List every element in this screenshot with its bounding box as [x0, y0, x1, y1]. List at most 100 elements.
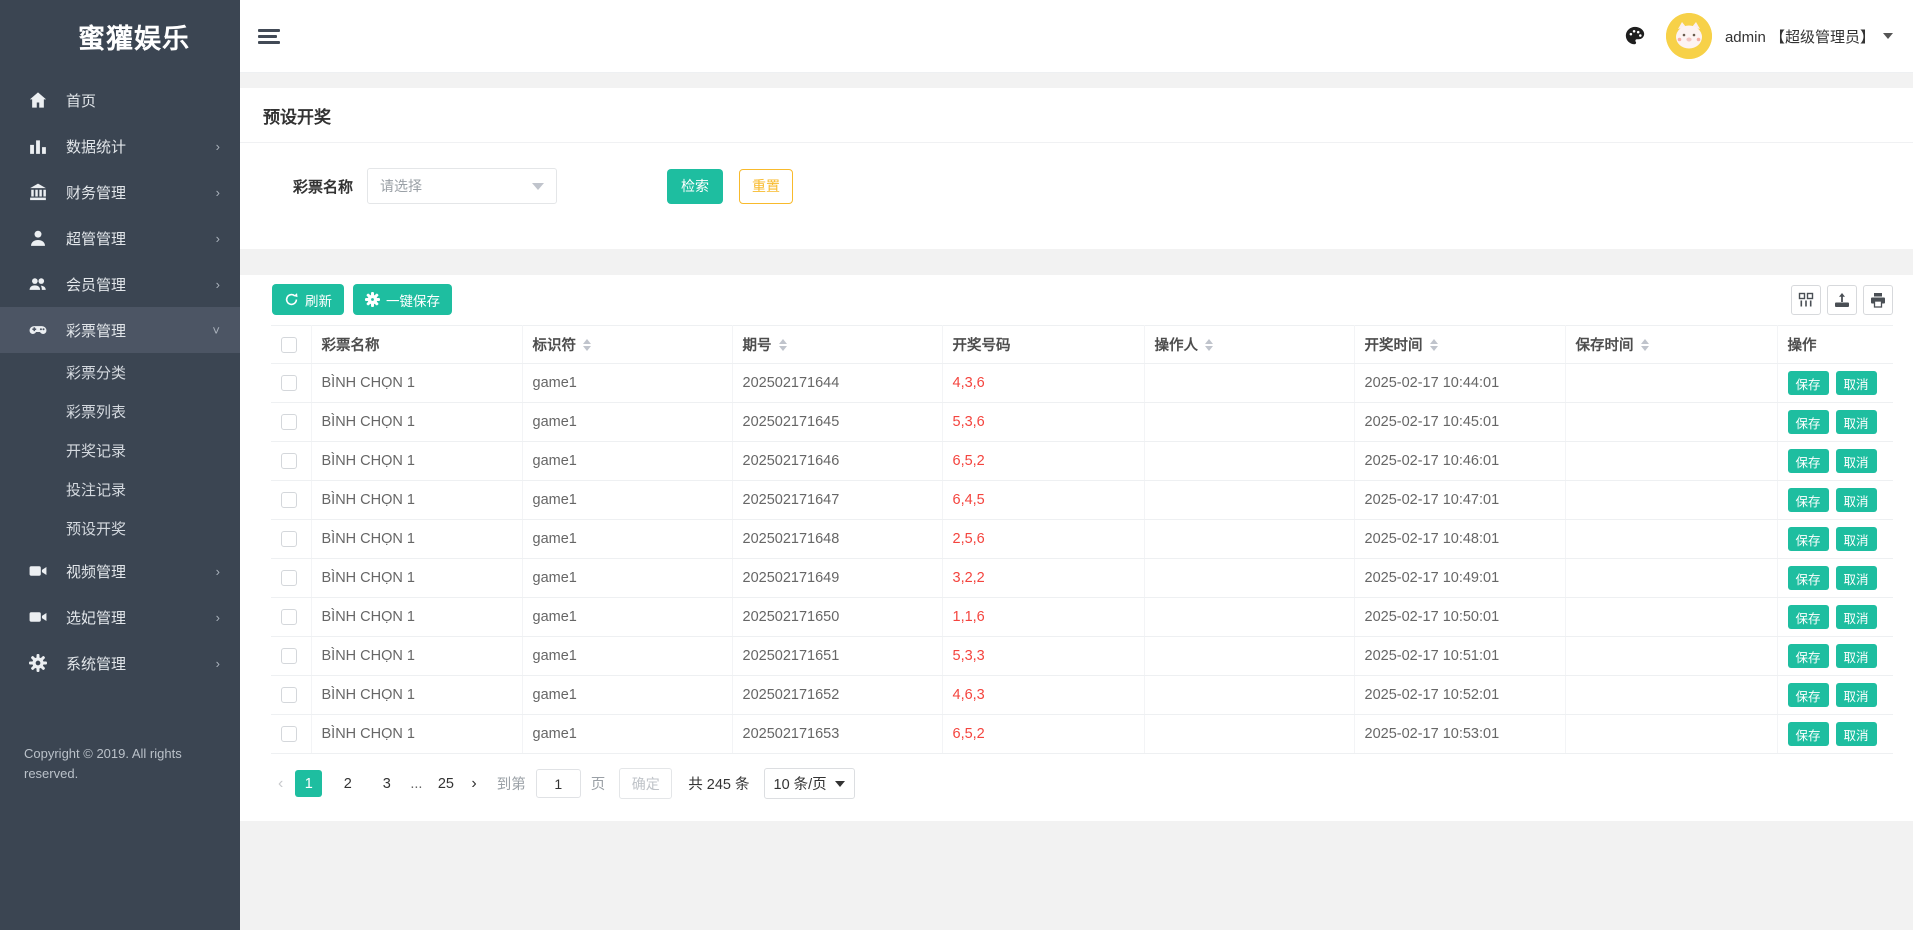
cell-draw-time: 2025-02-17 10:49:01 — [1354, 558, 1566, 598]
row-checkbox[interactable] — [281, 570, 297, 587]
export-button[interactable] — [1827, 284, 1857, 315]
page-button[interactable]: 2 — [334, 770, 361, 797]
submenu-item-bet-records[interactable]: 投注记录 — [0, 470, 240, 509]
print-button[interactable] — [1863, 284, 1893, 315]
row-cancel-button[interactable]: 取消 — [1835, 488, 1877, 512]
table-panel: 刷新 一键保存 彩票名称 标识符 期号 开奖号码 操作人 开奖时间 保存时间 操… — [240, 275, 1913, 821]
row-cancel-button[interactable]: 取消 — [1835, 644, 1877, 668]
goto-label: 到第 — [496, 777, 526, 793]
cell-operator — [1144, 636, 1355, 676]
submenu-item-lottery-list[interactable]: 彩票列表 — [0, 392, 240, 431]
row-save-button[interactable]: 保存 — [1787, 683, 1829, 707]
cell-code: game1 — [522, 402, 733, 442]
cell-draw-time: 2025-02-17 10:47:01 — [1354, 480, 1566, 520]
cell-issue: 202502171644 — [732, 363, 943, 403]
row-save-button[interactable]: 保存 — [1787, 566, 1829, 590]
row-checkbox[interactable] — [281, 375, 297, 392]
row-checkbox[interactable] — [281, 648, 297, 665]
page-button[interactable]: 3 — [373, 770, 400, 797]
next-page-icon[interactable]: › — [465, 775, 482, 793]
submenu-item-label: 预设开奖 — [66, 521, 127, 538]
submenu-item-preset-draw[interactable]: 预设开奖 — [0, 509, 240, 548]
row-cancel-button[interactable]: 取消 — [1835, 410, 1877, 434]
row-cancel-button[interactable]: 取消 — [1835, 449, 1877, 473]
row-cancel-button[interactable]: 取消 — [1835, 527, 1877, 551]
cell-numbers: 3,2,2 — [942, 558, 1145, 598]
sidebar-item-superadmin[interactable]: 超管管理 › — [0, 215, 240, 261]
per-page-select[interactable]: 10 条/页 — [763, 768, 855, 799]
row-cancel-button[interactable]: 取消 — [1835, 605, 1877, 629]
row-cancel-button[interactable]: 取消 — [1835, 683, 1877, 707]
lottery-name-label: 彩票名称 — [293, 178, 354, 196]
row-checkbox[interactable] — [281, 531, 297, 548]
row-checkbox[interactable] — [281, 453, 297, 470]
row-cancel-button[interactable]: 取消 — [1835, 371, 1877, 395]
cell-save-time — [1565, 480, 1778, 520]
submenu-item-draw-records[interactable]: 开奖记录 — [0, 431, 240, 470]
caret-down-icon — [1883, 33, 1893, 39]
theme-palette-icon[interactable] — [1624, 24, 1648, 48]
prev-page-icon[interactable]: ‹ — [272, 775, 289, 793]
bank-icon — [29, 183, 49, 201]
sidebar-item-concubine[interactable]: 选妃管理 › — [0, 594, 240, 640]
refresh-button[interactable]: 刷新 — [272, 284, 344, 315]
row-save-button[interactable]: 保存 — [1787, 488, 1829, 512]
row-save-button[interactable]: 保存 — [1787, 371, 1829, 395]
gear-icon — [365, 292, 380, 307]
lottery-name-select[interactable]: 请选择 — [367, 168, 558, 204]
row-checkbox[interactable] — [281, 726, 297, 743]
cell-lottery-name: BÌNH CHỌN 1 — [311, 714, 523, 754]
table-row: BÌNH CHỌN 1 game1 202502171648 2,5,6 202… — [271, 519, 1893, 559]
sort-icon[interactable] — [583, 338, 591, 351]
sidebar-item-system[interactable]: 系统管理 › — [0, 640, 240, 686]
sort-icon[interactable] — [1640, 338, 1649, 351]
avatar[interactable] — [1665, 13, 1712, 59]
table-toolbar: 刷新 一键保存 — [240, 275, 1913, 325]
save-all-button[interactable]: 一键保存 — [353, 284, 452, 315]
columns-toggle-button[interactable] — [1791, 284, 1821, 315]
cell-draw-time: 2025-02-17 10:45:01 — [1354, 402, 1566, 442]
sort-icon[interactable] — [1429, 338, 1438, 351]
row-cancel-button[interactable]: 取消 — [1835, 722, 1877, 746]
sidebar-item-home[interactable]: 首页 — [0, 77, 240, 123]
row-checkbox[interactable] — [281, 492, 297, 509]
row-checkbox[interactable] — [281, 609, 297, 626]
page-button[interactable]: 1 — [295, 770, 323, 797]
cell-issue: 202502171651 — [732, 636, 943, 676]
page-button[interactable]: 25 — [432, 770, 459, 797]
cell-code: game1 — [522, 441, 733, 481]
cell-code: game1 — [522, 363, 733, 403]
submenu-item-label: 彩票列表 — [66, 404, 127, 421]
sidebar-item-lottery[interactable]: 彩票管理 ˅ — [0, 307, 240, 353]
goto-page-input[interactable] — [535, 769, 581, 798]
row-save-button[interactable]: 保存 — [1787, 449, 1829, 473]
goto-confirm-button[interactable]: 确定 — [619, 768, 673, 799]
search-button[interactable]: 检索 — [667, 168, 724, 204]
cell-save-time — [1565, 558, 1778, 598]
cell-draw-time: 2025-02-17 10:50:01 — [1354, 597, 1566, 637]
row-save-button[interactable]: 保存 — [1787, 410, 1829, 434]
sidebar-item-video[interactable]: 视频管理 › — [0, 548, 240, 594]
row-save-button[interactable]: 保存 — [1787, 644, 1829, 668]
sort-icon[interactable] — [778, 338, 787, 351]
reset-button[interactable]: 重置 — [739, 168, 794, 204]
row-cancel-button[interactable]: 取消 — [1835, 566, 1877, 590]
video-camera-icon — [29, 608, 49, 626]
sort-icon[interactable] — [1205, 338, 1213, 351]
menu-toggle-icon[interactable] — [258, 26, 280, 47]
sidebar-item-finance[interactable]: 财务管理 › — [0, 169, 240, 215]
row-save-button[interactable]: 保存 — [1787, 527, 1829, 551]
cell-numbers: 6,5,2 — [942, 441, 1145, 481]
bar-chart-icon — [29, 137, 49, 155]
select-all-checkbox[interactable] — [281, 336, 297, 353]
row-save-button[interactable]: 保存 — [1787, 605, 1829, 629]
user-menu[interactable]: admin 【超级管理员】 — [1725, 26, 1893, 47]
submenu-item-lottery-category[interactable]: 彩票分类 — [0, 353, 240, 392]
sidebar-item-label: 选妃管理 — [66, 609, 127, 627]
row-checkbox[interactable] — [281, 687, 297, 704]
sidebar-item-statistics[interactable]: 数据统计 › — [0, 123, 240, 169]
sidebar-item-members[interactable]: 会员管理 › — [0, 261, 240, 307]
copyright-text: Copyright © 2019. All rights reserved. — [24, 746, 182, 781]
row-checkbox[interactable] — [281, 414, 297, 431]
row-save-button[interactable]: 保存 — [1787, 722, 1829, 746]
